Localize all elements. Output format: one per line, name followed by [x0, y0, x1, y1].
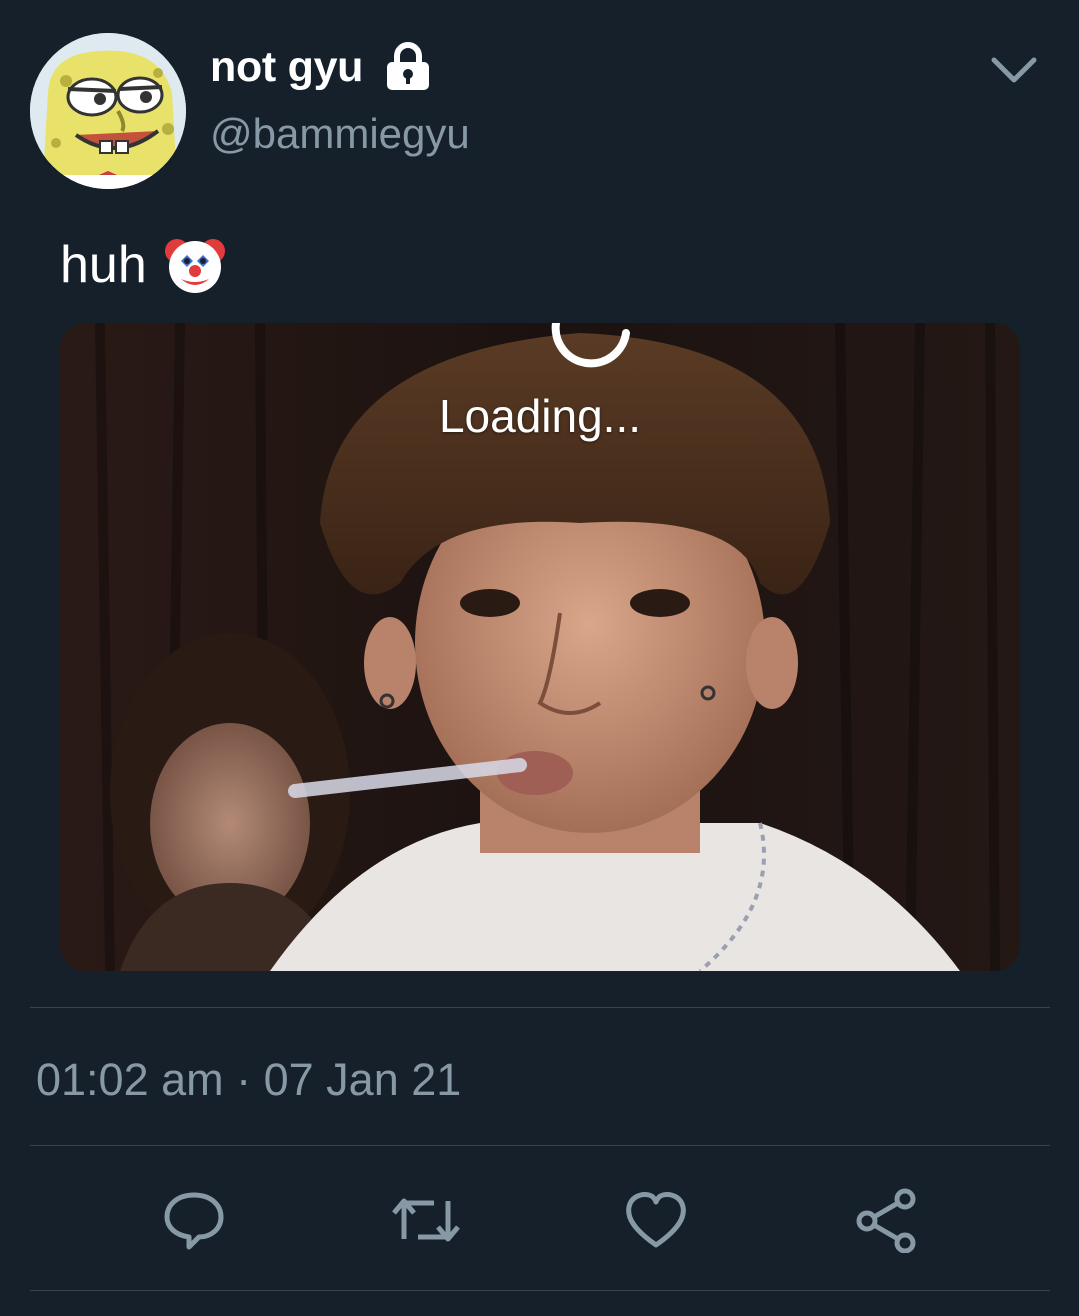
share-button[interactable] [846, 1180, 926, 1260]
divider [30, 1290, 1050, 1291]
divider [30, 1145, 1050, 1146]
heart-icon [626, 1192, 686, 1248]
reply-icon [164, 1192, 224, 1250]
divider [30, 1007, 1050, 1008]
like-button[interactable] [616, 1180, 696, 1260]
spongebob-avatar-icon [30, 33, 186, 189]
tweet-media-image[interactable]: Loading... [60, 323, 1020, 971]
tweet-text: huh [60, 233, 227, 297]
clown-face-icon [163, 233, 227, 297]
action-bar [0, 1180, 1079, 1260]
retweet-icon [392, 1198, 460, 1242]
avatar[interactable] [30, 33, 186, 189]
display-name[interactable]: not gyu [210, 42, 431, 92]
handle[interactable]: @bammiegyu [210, 110, 470, 158]
lock-icon [385, 42, 431, 92]
share-icon [856, 1188, 916, 1253]
reply-button[interactable] [154, 1180, 234, 1260]
loading-spinner-icon [546, 323, 636, 373]
display-name-text: not gyu [210, 42, 364, 91]
chevron-down-icon[interactable] [988, 52, 1040, 88]
timestamp: 01:02 am · 07 Jan 21 [36, 1054, 462, 1105]
loading-text: Loading... [438, 390, 642, 442]
retweet-button[interactable] [386, 1180, 466, 1260]
tweet-text-body: huh [60, 236, 147, 294]
